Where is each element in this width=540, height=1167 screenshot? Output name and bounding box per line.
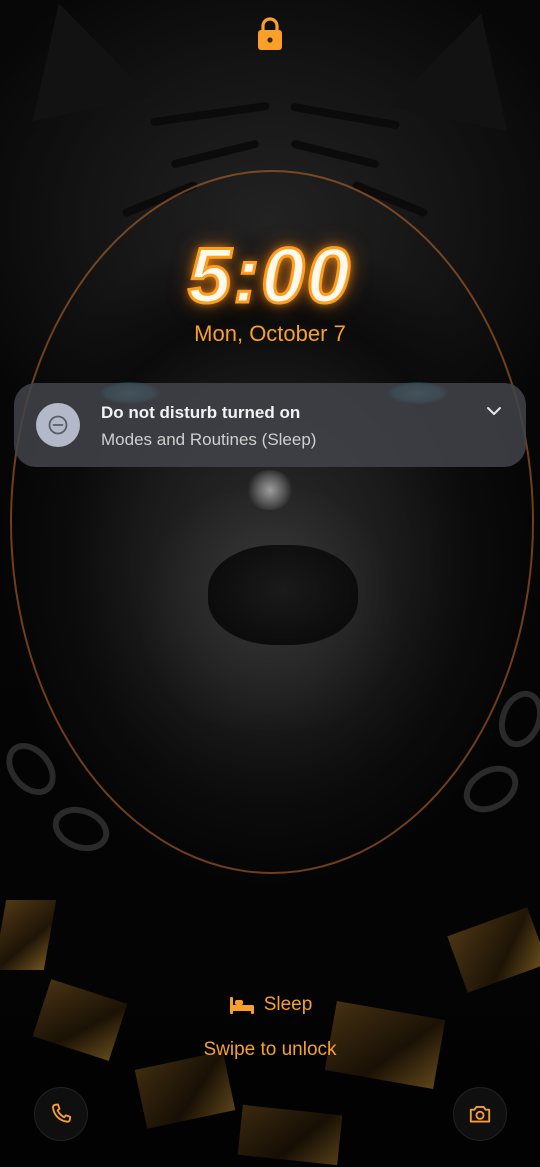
phone-icon xyxy=(52,1103,72,1123)
camera-icon xyxy=(469,1106,491,1123)
wallpaper-stripe xyxy=(170,139,260,169)
wallpaper xyxy=(0,0,540,1167)
clock-date: Mon, October 7 xyxy=(194,321,346,346)
notification-card[interactable]: Do not disturb turned on Modes and Routi… xyxy=(14,383,526,467)
wallpaper-ear-right xyxy=(389,0,531,132)
wallpaper-nose xyxy=(208,545,358,645)
wallpaper-chain-link xyxy=(455,756,527,822)
bed-icon xyxy=(229,997,254,1014)
phone-shortcut-button[interactable] xyxy=(34,1087,88,1141)
wallpaper-stripe xyxy=(290,102,400,130)
lock-icon xyxy=(258,17,282,50)
wallpaper-chain-link xyxy=(46,799,116,859)
notification-body: Modes and Routines (Sleep) xyxy=(101,430,317,449)
wallpaper-chain-link xyxy=(0,733,66,805)
wallpaper-stripe xyxy=(150,101,270,127)
sleep-mode-label: Sleep xyxy=(263,994,313,1015)
notification-title: Do not disturb turned on xyxy=(101,403,301,422)
wallpaper-stripe xyxy=(290,139,380,169)
swipe-to-unlock-hint: Swipe to unlock xyxy=(203,1039,337,1060)
camera-shortcut-button[interactable] xyxy=(453,1087,507,1141)
do-not-disturb-icon xyxy=(36,403,80,447)
wallpaper-muzzle-highlight xyxy=(245,470,295,510)
clock-time: 5:00 xyxy=(186,230,353,321)
chevron-down-icon[interactable] xyxy=(486,405,502,417)
sleep-mode-indicator[interactable]: Sleep xyxy=(0,994,540,1016)
wallpaper-ear-left xyxy=(9,0,151,122)
